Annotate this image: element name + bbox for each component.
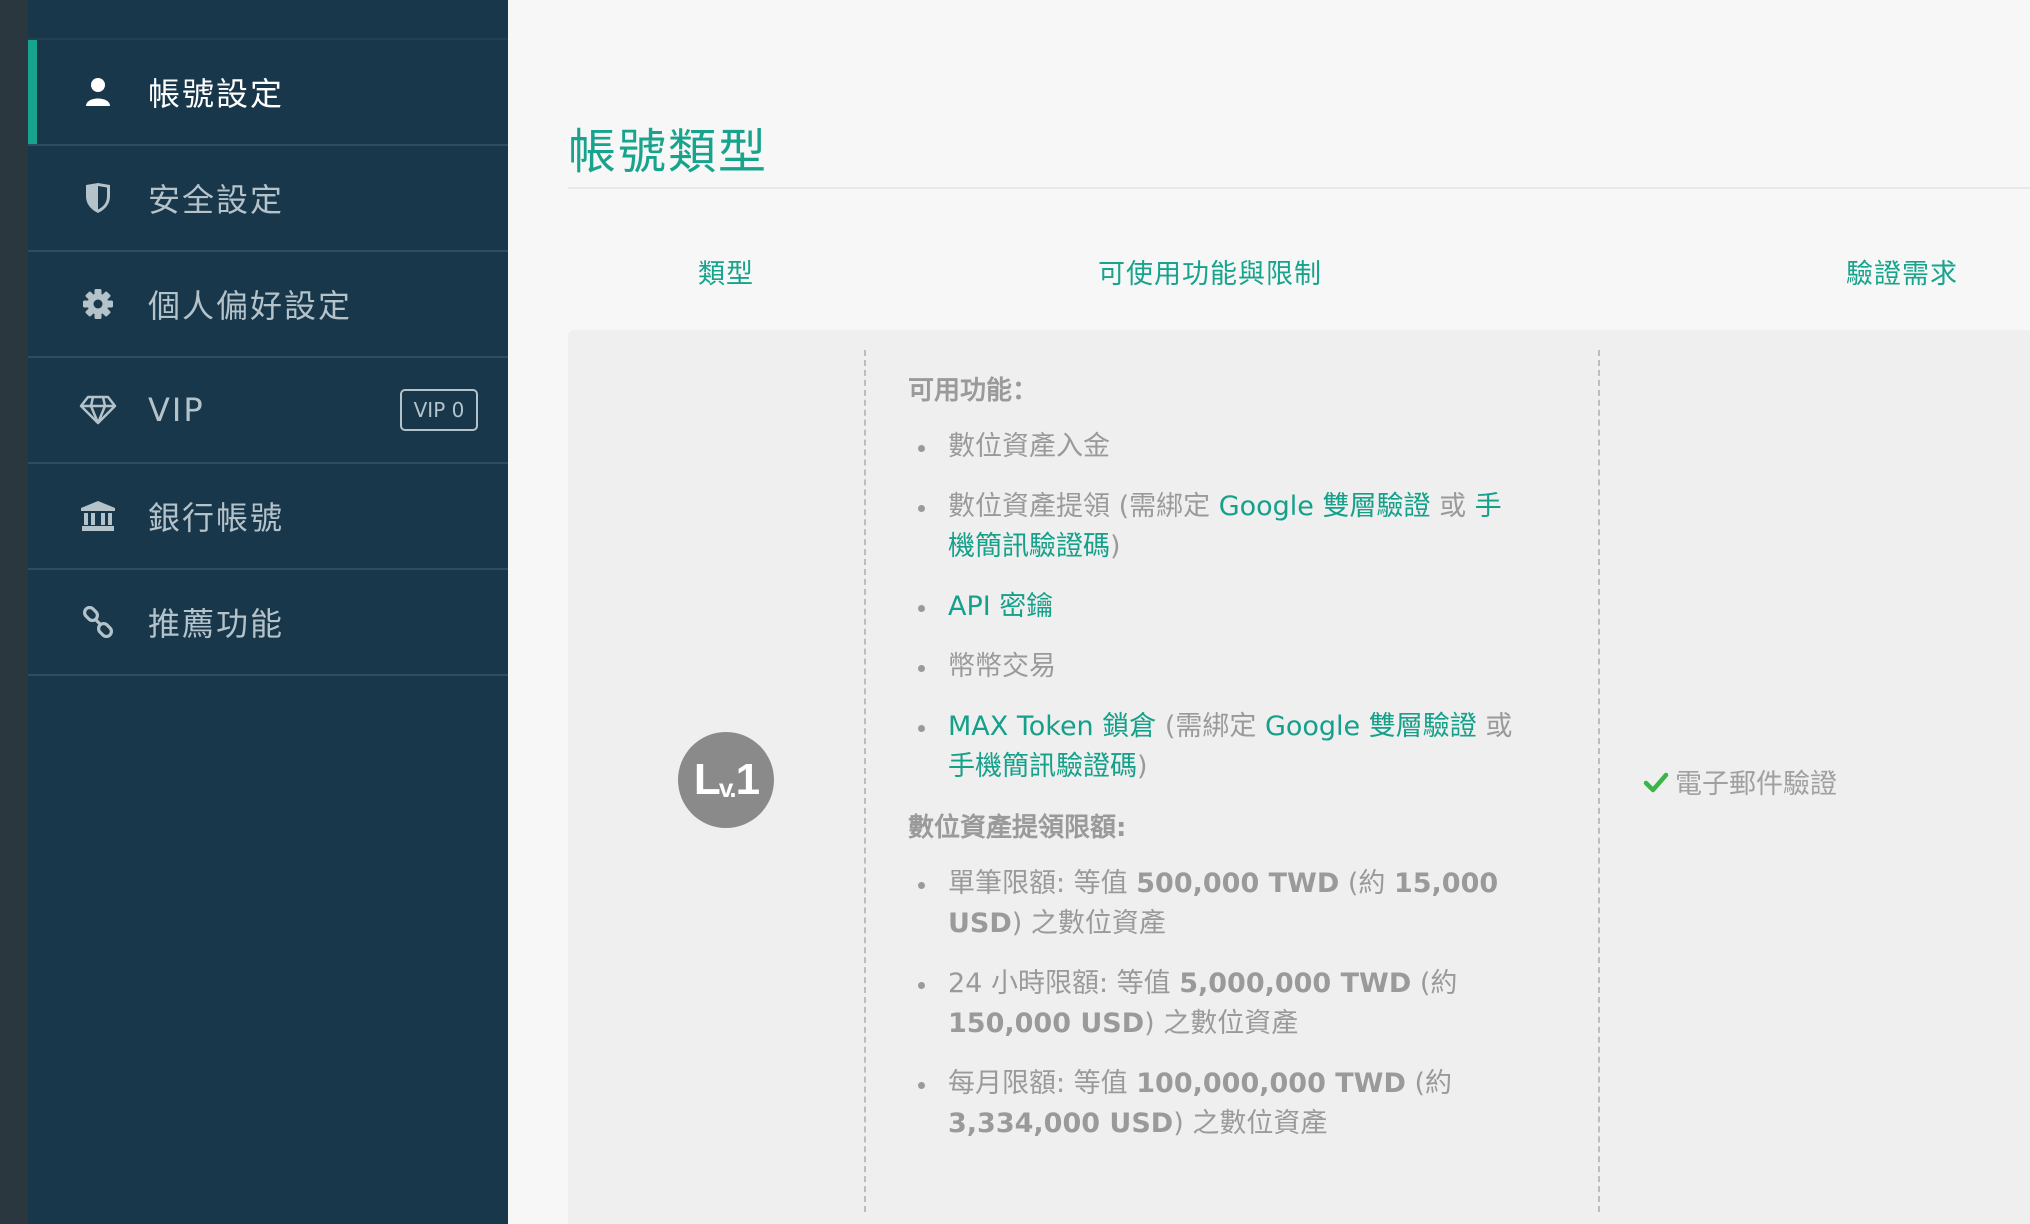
limit-amount: 5,000,000 TWD (1179, 968, 1412, 999)
features-title: 可用功能： (908, 376, 1039, 406)
sidebar-item-referral[interactable]: 推薦功能 (28, 570, 508, 676)
list-item: 24 小時限額: 等值 5,000,000 TWD (約 150,000 USD… (908, 964, 1528, 1044)
limit-text: (約 (1411, 968, 1458, 999)
sidebar-item-label: 安全設定 (148, 181, 285, 219)
sidebar-item-label: 帳號設定 (148, 75, 285, 113)
verification-text: 電子郵件驗證 (1675, 769, 1837, 800)
limit-text: 24 小時限額: 等值 (948, 968, 1180, 999)
sidebar-item-label: 推薦功能 (148, 605, 285, 643)
limit-amount: 3,334,000 USD (948, 1108, 1174, 1139)
level-badge: Lv. 1 (678, 732, 774, 828)
level-badge-letter: L (693, 755, 721, 804)
features-and-limits: 可用功能： 數位資產入金 數位資產提領 (需綁定 Google 雙層驗證 或 手… (908, 370, 1528, 1164)
list-item: 幣幣交易 (908, 647, 1528, 687)
google-2fa-link[interactable]: Google 雙層驗證 (1265, 711, 1477, 742)
api-key-link[interactable]: API 密鑰 (948, 591, 1053, 622)
sidebar-item-label: 銀行帳號 (148, 499, 285, 537)
check-icon (1643, 772, 1669, 792)
user-icon (78, 72, 118, 112)
sidebar-item-vip[interactable]: VIP VIP 0 (28, 358, 508, 464)
limit-text: (約 (1339, 868, 1394, 899)
sidebar-item-bank-account[interactable]: 銀行帳號 (28, 464, 508, 570)
list-item: 數位資產入金 (908, 427, 1528, 467)
sms-code-link[interactable]: 手機簡訊驗證碼 (948, 751, 1137, 782)
sidebar-item-account-settings[interactable]: 帳號設定 (28, 40, 508, 146)
column-divider (1598, 350, 1600, 1212)
title-divider (568, 187, 2030, 189)
feature-text: 數位資產入金 (948, 431, 1110, 462)
level-badge-number: 1 (735, 755, 761, 804)
limit-amount: 100,000,000 TWD (1136, 1068, 1406, 1099)
feature-text: ) (1137, 751, 1148, 782)
limit-text: ) 之數位資產 (1144, 1008, 1299, 1039)
page-title: 帳號類型 (568, 124, 769, 180)
sidebar-item-security-settings[interactable]: 安全設定 (28, 146, 508, 252)
shield-icon (78, 178, 118, 218)
feature-text: ) (1110, 531, 1121, 562)
list-item: 單筆限額: 等值 500,000 TWD (約 15,000 USD) 之數位資… (908, 864, 1528, 944)
feature-text: 或 (1476, 711, 1513, 742)
link-icon (78, 602, 118, 642)
sidebar-top-spacer (28, 0, 508, 40)
limit-text: ) 之數位資產 (1011, 908, 1166, 939)
list-item: MAX Token 鎖倉 (需綁定 Google 雙層驗證 或 手機簡訊驗證碼) (908, 707, 1528, 787)
sidebar-item-label: 個人偏好設定 (148, 287, 353, 325)
feature-text: 或 (1430, 491, 1475, 522)
sidebar-item-preferences[interactable]: 個人偏好設定 (28, 252, 508, 358)
sidebar-item-label: VIP (148, 391, 205, 429)
column-header-type: 類型 (698, 259, 754, 290)
level-badge-sub: v. (718, 772, 737, 803)
feature-text: 幣幣交易 (948, 651, 1056, 682)
level-1-row: Lv. 1 可用功能： 數位資產入金 數位資產提領 (需綁定 Google 雙層驗… (568, 330, 2030, 1224)
limit-text: 每月限額: 等值 (948, 1068, 1137, 1099)
column-divider (864, 350, 866, 1212)
diamond-icon (78, 390, 118, 430)
feature-list: 數位資產入金 數位資產提領 (需綁定 Google 雙層驗證 或 手機簡訊驗證碼… (908, 427, 1528, 787)
limit-list: 單筆限額: 等值 500,000 TWD (約 15,000 USD) 之數位資… (908, 864, 1528, 1144)
limit-amount: 500,000 TWD (1136, 868, 1340, 899)
column-header-features: 可使用功能與限制 (1098, 259, 1322, 290)
sidebar: 帳號設定 安全設定 個人偏好設定 VIP VIP 0 銀行帳號 推薦功能 (28, 0, 508, 1224)
column-header-verification: 驗證需求 (1846, 259, 1958, 290)
limits-title: 數位資產提領限額: (908, 813, 1127, 843)
gear-icon (78, 284, 118, 324)
main-content: 帳號類型 類型 可使用功能與限制 驗證需求 Lv. 1 可用功能： 數位資產入金 … (508, 0, 2030, 1224)
list-item: 數位資產提領 (需綁定 Google 雙層驗證 或 手機簡訊驗證碼) (908, 487, 1528, 567)
limit-amount: 150,000 USD (948, 1008, 1145, 1039)
vip-level-badge: VIP 0 (400, 389, 478, 431)
google-2fa-link[interactable]: Google 雙層驗證 (1219, 491, 1431, 522)
feature-text: 數位資產提領 (需綁定 (948, 491, 1219, 522)
list-item: 每月限額: 等值 100,000,000 TWD (約 3,334,000 US… (908, 1064, 1528, 1144)
verification-requirement: 電子郵件驗證 (1643, 762, 1837, 801)
limit-text: ) 之數位資產 (1173, 1108, 1328, 1139)
max-token-lock-link[interactable]: MAX Token 鎖倉 (948, 711, 1156, 742)
list-item: API 密鑰 (908, 587, 1528, 627)
bank-icon (78, 496, 118, 536)
limit-text: 單筆限額: 等值 (948, 868, 1137, 899)
limit-text: (約 (1405, 1068, 1452, 1099)
left-edge-strip (0, 0, 28, 1224)
feature-text: (需綁定 (1156, 711, 1265, 742)
